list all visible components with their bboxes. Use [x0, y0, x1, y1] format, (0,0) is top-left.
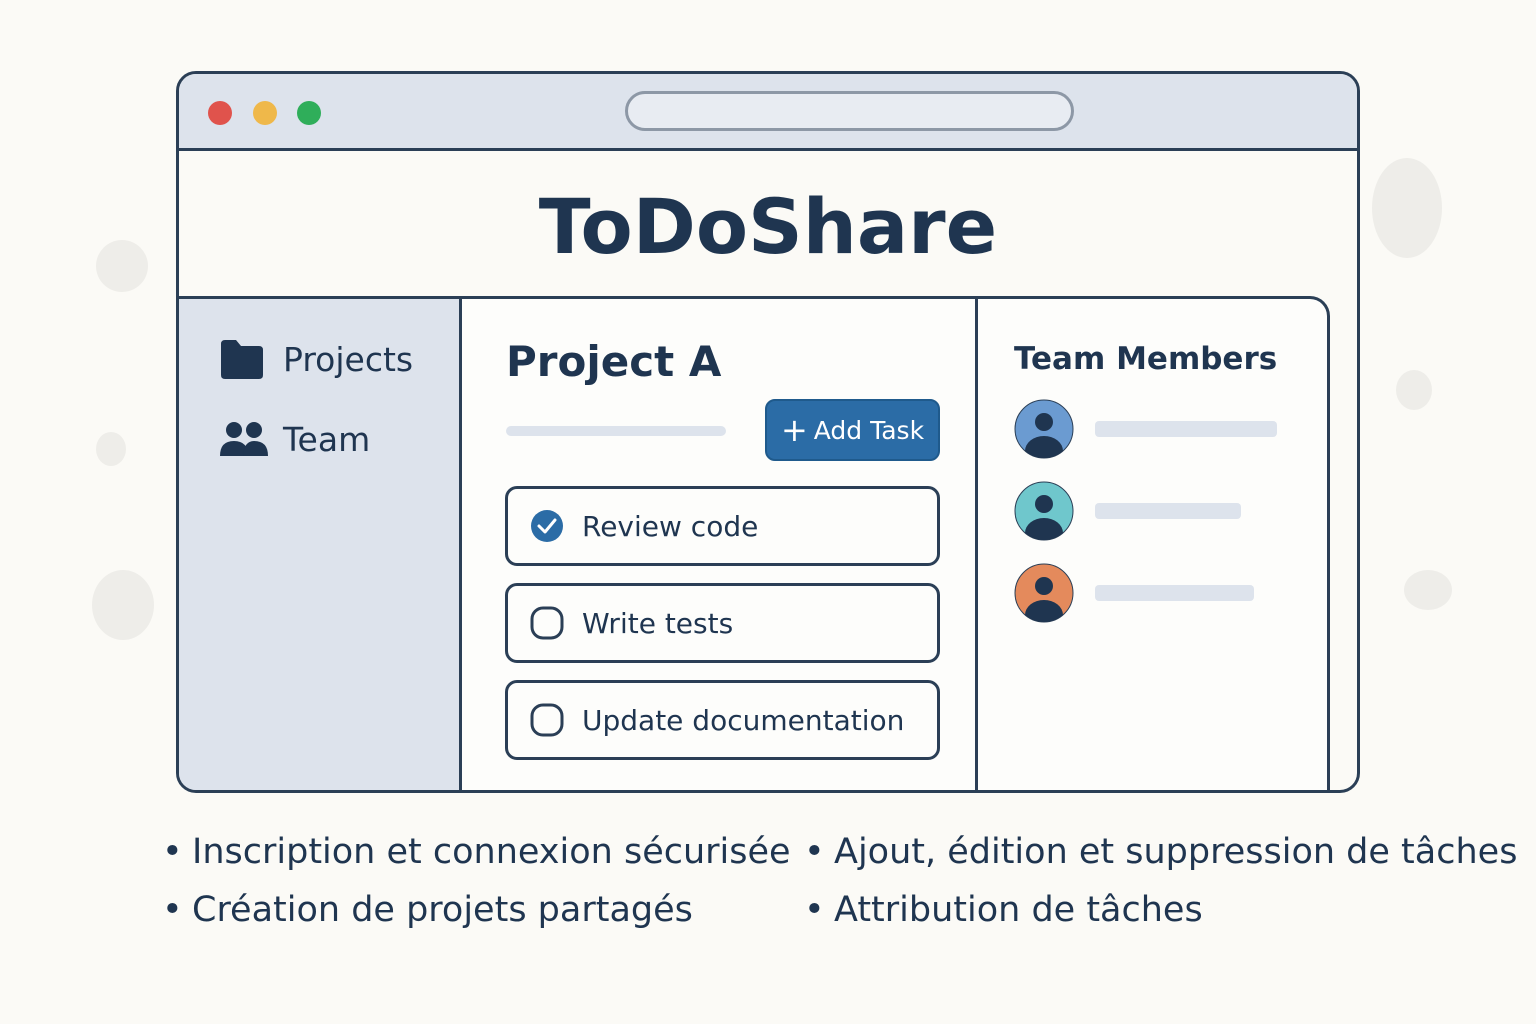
decorative-blob: [1372, 158, 1442, 258]
team-member-row[interactable]: [1014, 481, 1241, 541]
task-label: Update documentation: [582, 703, 905, 737]
team-title: Team Members: [1014, 341, 1278, 377]
team-panel: Team Members: [978, 296, 1330, 790]
task-label: Write tests: [582, 606, 734, 640]
sidebar-item-label: Projects: [283, 339, 414, 379]
project-title: Project A: [506, 337, 722, 386]
window-titlebar: [179, 74, 1357, 151]
unchecked-box-icon[interactable]: [530, 703, 564, 737]
member-name-placeholder: [1095, 503, 1241, 519]
avatar: [1014, 399, 1074, 459]
bullet-icon: •: [804, 832, 825, 872]
sidebar: Projects Team: [179, 296, 462, 790]
app-window: ToDoShare Projects Team Project A + Add …: [176, 71, 1360, 793]
feature-text: Attribution de tâches: [834, 890, 1203, 930]
team-member-row[interactable]: [1014, 563, 1254, 623]
feature-text: Création de projets partagés: [192, 890, 693, 930]
address-bar[interactable]: [625, 91, 1074, 131]
decorative-blob: [92, 570, 154, 640]
sidebar-item-label: Team: [283, 419, 371, 459]
illustration: ToDoShare Projects Team Project A + Add …: [0, 0, 1536, 1024]
member-name-placeholder: [1095, 585, 1254, 601]
add-task-button[interactable]: + Add Task: [765, 399, 940, 461]
feature-item: • Attribution de tâches: [804, 890, 1203, 930]
feature-item: • Inscription et connexion sécurisée: [162, 832, 791, 872]
sidebar-item-team[interactable]: Team: [219, 417, 370, 461]
decorative-blob: [96, 432, 126, 466]
avatar: [1014, 481, 1074, 541]
member-name-placeholder: [1095, 421, 1277, 437]
feature-item: • Création de projets partagés: [162, 890, 693, 930]
task-label: Review code: [582, 509, 759, 543]
maximize-window-button[interactable]: [297, 101, 321, 125]
sidebar-item-projects[interactable]: Projects: [219, 337, 413, 381]
bullet-icon: •: [162, 890, 183, 930]
unchecked-box-icon[interactable]: [530, 606, 564, 640]
minimize-window-button[interactable]: [253, 101, 277, 125]
bullet-icon: •: [162, 832, 183, 872]
decorative-blob: [1396, 370, 1432, 410]
folder-icon: [219, 337, 269, 381]
bullet-icon: •: [804, 890, 825, 930]
task-item[interactable]: Review code: [505, 486, 940, 566]
decorative-blob: [96, 240, 148, 292]
feature-text: Ajout, édition et suppression de tâches: [834, 832, 1518, 872]
placeholder-line: [506, 426, 726, 436]
avatar: [1014, 563, 1074, 623]
project-panel: Project A + Add Task Review code Write t…: [462, 296, 978, 790]
users-icon: [219, 417, 269, 461]
task-item[interactable]: Update documentation: [505, 680, 940, 760]
decorative-blob: [1404, 570, 1452, 610]
checked-circle-icon[interactable]: [530, 509, 564, 543]
team-member-row[interactable]: [1014, 399, 1277, 459]
app-title: ToDoShare: [538, 182, 998, 271]
feature-item: • Ajout, édition et suppression de tâches: [804, 832, 1517, 872]
add-task-label: Add Task: [813, 415, 925, 445]
plus-icon: +: [780, 411, 808, 449]
close-window-button[interactable]: [208, 101, 232, 125]
feature-text: Inscription et connexion sécurisée: [192, 832, 791, 872]
task-item[interactable]: Write tests: [505, 583, 940, 663]
